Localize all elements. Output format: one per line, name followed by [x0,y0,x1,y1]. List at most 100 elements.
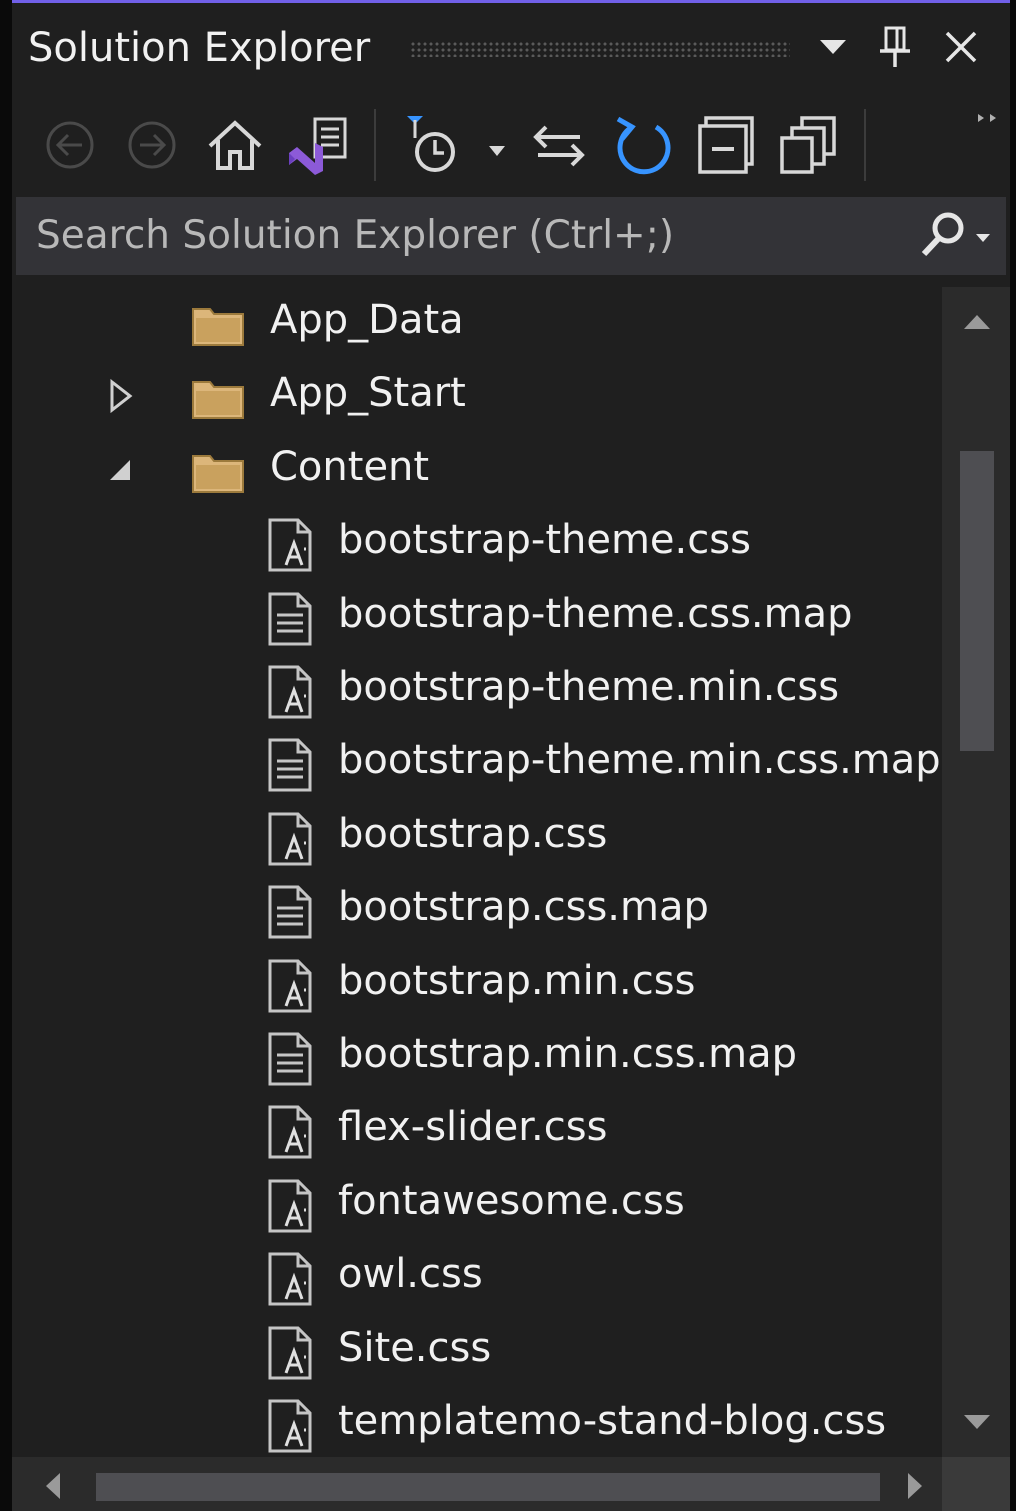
tree-file-item[interactable]: bootstrap.css.map [12,874,942,947]
css-file-icon [262,664,318,720]
solution-explorer-toolbar [12,99,1010,191]
forward-button[interactable] [124,107,180,183]
css-file-icon [262,958,318,1014]
refresh-icon [616,116,671,175]
tree-item-label: Site.css [338,1324,492,1371]
collapse-arrow-icon[interactable] [104,452,140,488]
vertical-scrollbar[interactable] [942,287,1010,1457]
tree-file-item[interactable]: fontawesome.css [12,1168,942,1241]
sync-with-active-document-button[interactable] [528,107,590,183]
tree-item-label: bootstrap-theme.css [338,517,751,564]
tree-item-label: flex-slider.css [338,1104,608,1151]
text-file-icon [262,1031,318,1087]
toolbar-separator [374,109,376,181]
close-icon [945,31,977,63]
css-file-icon [262,1398,318,1454]
tree-file-item[interactable]: templatemo-stand-blog.css [12,1388,942,1457]
tree-file-item[interactable]: bootstrap.min.css.map [12,1021,942,1094]
tree-file-item[interactable]: owl.css [12,1241,942,1314]
scrollbar-corner [942,1457,1010,1511]
tree-item-label: bootstrap.min.css [338,957,696,1004]
caret-down-icon [820,40,846,54]
home-icon [208,120,262,170]
chevron-left-icon [46,1473,60,1499]
tree-file-item[interactable]: bootstrap-theme.min.css.map [12,727,942,800]
expand-arrow-icon[interactable] [104,378,140,414]
tree-folder-item[interactable]: App_Data [12,287,942,360]
tree-item-label: fontawesome.css [338,1177,685,1224]
show-all-files-button[interactable] [776,107,842,183]
toolbar-separator [864,109,866,181]
tree-file-item[interactable]: bootstrap.css [12,801,942,874]
text-file-icon [262,884,318,940]
tree-item-label: bootstrap.css.map [338,884,709,931]
title-bar[interactable]: Solution Explorer [12,3,1010,99]
scroll-down-button[interactable] [952,1397,1002,1447]
tree-item-label: App_Data [270,297,464,343]
tree-item-label: bootstrap.css [338,810,608,857]
scroll-up-button[interactable] [952,297,1002,347]
tree-item-label: bootstrap-theme.css.map [338,590,853,637]
tree-item-label: bootstrap-theme.min.css [338,664,840,710]
text-file-icon [262,737,318,793]
text-file-icon [262,591,318,647]
tree-folder-item[interactable]: Content [12,434,942,507]
tree-folder-item[interactable]: App_Start [12,360,942,433]
tree-item-label: templatemo-stand-blog.css [338,1398,887,1444]
clock-filter-icon [407,116,505,172]
css-file-icon [262,1104,318,1160]
css-file-icon [262,811,318,867]
tree-item-label: bootstrap-theme.min.css.map [338,737,941,784]
search-box[interactable]: Search Solution Explorer (Ctrl+;) [16,197,1006,275]
tree-file-item[interactable]: Site.css [12,1315,942,1388]
solution-explorer-window: Solution Explorer Search Solution Explor… [12,0,1010,1511]
overflow-icon [978,114,996,122]
css-file-icon [262,1251,318,1307]
switch-views-button[interactable] [284,107,354,183]
close-button[interactable] [936,19,986,75]
tree-file-item[interactable]: flex-slider.css [12,1094,942,1167]
chevron-down-icon [964,1415,990,1429]
tree-item-label: Content [270,443,430,490]
scroll-right-button[interactable] [890,1461,940,1511]
search-options-button[interactable] [908,205,1000,267]
back-button[interactable] [42,107,98,183]
css-file-icon [262,1325,318,1381]
tree-file-item[interactable]: bootstrap-theme.css.map [12,581,942,654]
search-icon [921,212,990,257]
scroll-left-button[interactable] [28,1461,78,1511]
tree-file-item[interactable]: bootstrap.min.css [12,948,942,1021]
show-all-files-icon [780,116,836,174]
collapse-all-icon [698,116,754,174]
folder-icon [190,444,246,500]
horizontal-scrollbar[interactable] [12,1457,942,1511]
home-button[interactable] [204,107,266,183]
drag-grip[interactable] [410,41,790,57]
folder-icon [190,297,246,353]
tree-item-label: owl.css [338,1251,483,1298]
switch-views-icon [289,117,347,175]
toolbar-overflow-button[interactable] [968,103,1008,133]
folder-icon [190,370,246,426]
refresh-button[interactable] [610,107,676,183]
auto-hide-pin-button[interactable] [870,19,920,75]
sync-icon [533,125,585,167]
tree-file-item[interactable]: bootstrap-theme.css [12,507,942,580]
chevron-up-icon [964,315,990,329]
window-position-dropdown-button[interactable] [808,19,858,75]
search-input[interactable]: Search Solution Explorer (Ctrl+;) [36,213,674,258]
pin-icon [880,26,910,67]
pending-changes-filter-button[interactable] [400,107,510,183]
horizontal-scroll-thumb[interactable] [96,1473,880,1501]
chevron-right-icon [908,1473,922,1499]
tree-item-label: App_Start [270,370,466,417]
back-arrow-icon [46,121,94,169]
tree-item-label: bootstrap.min.css.map [338,1031,798,1077]
tree-file-item[interactable]: bootstrap-theme.min.css [12,654,942,727]
window-title: Solution Explorer [28,25,371,71]
collapse-all-button[interactable] [694,107,760,183]
vertical-scroll-thumb[interactable] [960,451,994,751]
solution-tree[interactable]: App_Data App_Start Content bootstrap-theme.… [12,287,942,1457]
css-file-icon [262,1178,318,1234]
forward-arrow-icon [128,121,176,169]
